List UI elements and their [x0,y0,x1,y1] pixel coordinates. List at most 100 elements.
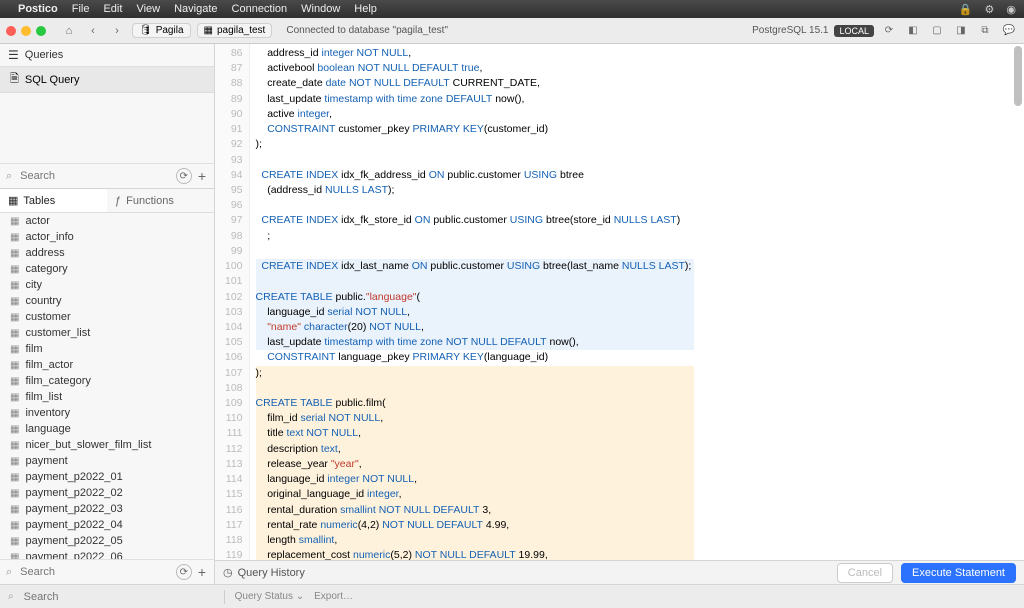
close-window-button[interactable] [6,26,16,36]
menu-navigate[interactable]: Navigate [174,3,217,15]
table-list[interactable]: ▦actor▦actor_info▦address▦category▦city▦… [0,213,214,559]
table-row[interactable]: ▦nicer_but_slower_film_list [0,437,214,453]
export-button[interactable]: Export… [314,591,353,602]
sidebar: ☰ Queries 🗎 SQL Query ⌕ ⟳ + ▦ Tables ƒ [0,44,215,584]
table-icon: ▦ [10,472,19,483]
statusbar-search-input[interactable] [24,591,214,603]
document-icon: 🗎 [10,70,19,89]
tab-tables[interactable]: ▦ Tables [0,189,107,212]
database-icon: 🛢 [139,25,152,36]
refresh-tables-button[interactable]: ⟳ [176,564,192,580]
table-name: actor [25,215,49,227]
code-area[interactable]: 8687888990919293949596979899100101102103… [215,44,1024,560]
queries-icon: ☰ [8,48,19,62]
chat-icon[interactable]: 💬 [1000,22,1018,40]
table-row[interactable]: ▦inventory [0,405,214,421]
back-button[interactable]: ‹ [84,22,102,40]
forward-button[interactable]: › [108,22,126,40]
tables-search-input[interactable] [16,564,172,580]
sql-query-item[interactable]: 🗎 SQL Query [0,67,214,93]
query-history-label: Query History [238,567,305,579]
add-table-button[interactable]: + [196,564,208,580]
breadcrumb-db[interactable]: 🛢 Pagila [132,23,191,38]
schema-icon: ▦ [204,25,213,36]
table-name: actor_info [25,231,73,243]
table-row[interactable]: ▦payment_p2022_04 [0,517,214,533]
minimize-window-button[interactable] [21,26,31,36]
lock-icon[interactable]: 🔒 [959,3,973,16]
app-menu[interactable]: Postico [18,3,58,15]
refresh-icon[interactable]: ⟳ [880,22,898,40]
table-name: payment_p2022_01 [25,471,122,483]
add-query-button[interactable]: + [196,168,208,184]
table-name: film_category [25,375,90,387]
table-icon: ▦ [10,248,19,259]
menu-window[interactable]: Window [301,3,340,15]
line-gutter: 8687888990919293949596979899100101102103… [215,44,250,560]
table-row[interactable]: ▦ film_category [0,373,214,389]
table-name: film [25,343,42,355]
home-icon[interactable]: ⌂ [60,22,78,40]
tab-functions[interactable]: ƒ Functions [107,189,214,212]
settings-icon[interactable]: ⚙ [985,3,995,16]
table-row[interactable]: ▦film_list [0,389,214,405]
table-icon: ▦ [10,280,19,291]
refresh-queries-button[interactable]: ⟳ [176,168,192,184]
table-icon: ▦ [10,264,19,275]
table-row[interactable]: ▦film [0,341,214,357]
table-row[interactable]: ▦actor [0,213,214,229]
table-row[interactable]: ▦payment_p2022_05 [0,533,214,549]
table-name: payment_p2022_04 [25,519,122,531]
table-row[interactable]: ▦payment_p2022_06 [0,549,214,559]
panel-right-icon[interactable]: ◨ [952,22,970,40]
statusbar: ⌕ Query Status ⌄ Export… [0,584,1024,608]
menu-connection[interactable]: Connection [232,3,288,15]
table-row[interactable]: ▦customer [0,309,214,325]
menu-view[interactable]: View [136,3,160,15]
vertical-scrollbar[interactable] [1014,46,1022,554]
new-window-icon[interactable]: ⧉ [976,22,994,40]
table-row[interactable]: ▦film_actor [0,357,214,373]
table-row[interactable]: ▦address [0,245,214,261]
table-icon: ▦ [10,376,19,387]
query-status-dropdown[interactable]: Query Status ⌄ [235,591,305,602]
search-icon: ⌕ [6,566,12,579]
table-row[interactable]: ▦category [0,261,214,277]
table-row[interactable]: ▦actor_info [0,229,214,245]
table-row[interactable]: ▦country [0,293,214,309]
table-row[interactable]: ▦payment [0,453,214,469]
cancel-button[interactable]: Cancel [837,563,893,583]
table-name: customer_list [25,327,90,339]
zoom-window-button[interactable] [36,26,46,36]
table-row[interactable]: ▦payment_p2022_03 [0,501,214,517]
menu-edit[interactable]: Edit [103,3,122,15]
table-name: film_list [25,391,62,403]
table-row[interactable]: ▦language [0,421,214,437]
shield-icon[interactable]: ◉ [1006,3,1016,16]
panel-left-icon[interactable]: ◧ [904,22,922,40]
table-name: payment [25,455,67,467]
queries-header[interactable]: ☰ Queries [0,44,214,67]
table-icon: ▦ [10,488,19,499]
functions-tab-label: Functions [126,195,174,207]
queries-search-input[interactable] [16,168,172,184]
panel-center-icon[interactable]: ▢ [928,22,946,40]
scrollbar-thumb[interactable] [1014,46,1022,106]
table-name: nicer_but_slower_film_list [25,439,151,451]
execute-statement-button[interactable]: Execute Statement [901,563,1016,583]
breadcrumb-schema[interactable]: ▦ pagila_test [197,23,273,38]
local-badge: LOCAL [834,25,874,37]
table-row[interactable]: ▦payment_p2022_02 [0,485,214,501]
menu-help[interactable]: Help [354,3,377,15]
code-content[interactable]: address_id integer NOT NULL, activebool … [250,44,703,560]
table-icon: ▦ [10,552,19,560]
table-icon: ▦ [10,424,19,435]
table-icon: ▦ [10,536,19,547]
query-history-button[interactable]: ◷ Query History [223,566,305,579]
menu-file[interactable]: File [72,3,90,15]
table-icon: ▦ [10,360,19,371]
table-row[interactable]: ▦ payment_p2022_01 [0,469,214,485]
table-row[interactable]: ▦customer_list [0,325,214,341]
window-controls [6,26,46,36]
table-row[interactable]: ▦city [0,277,214,293]
